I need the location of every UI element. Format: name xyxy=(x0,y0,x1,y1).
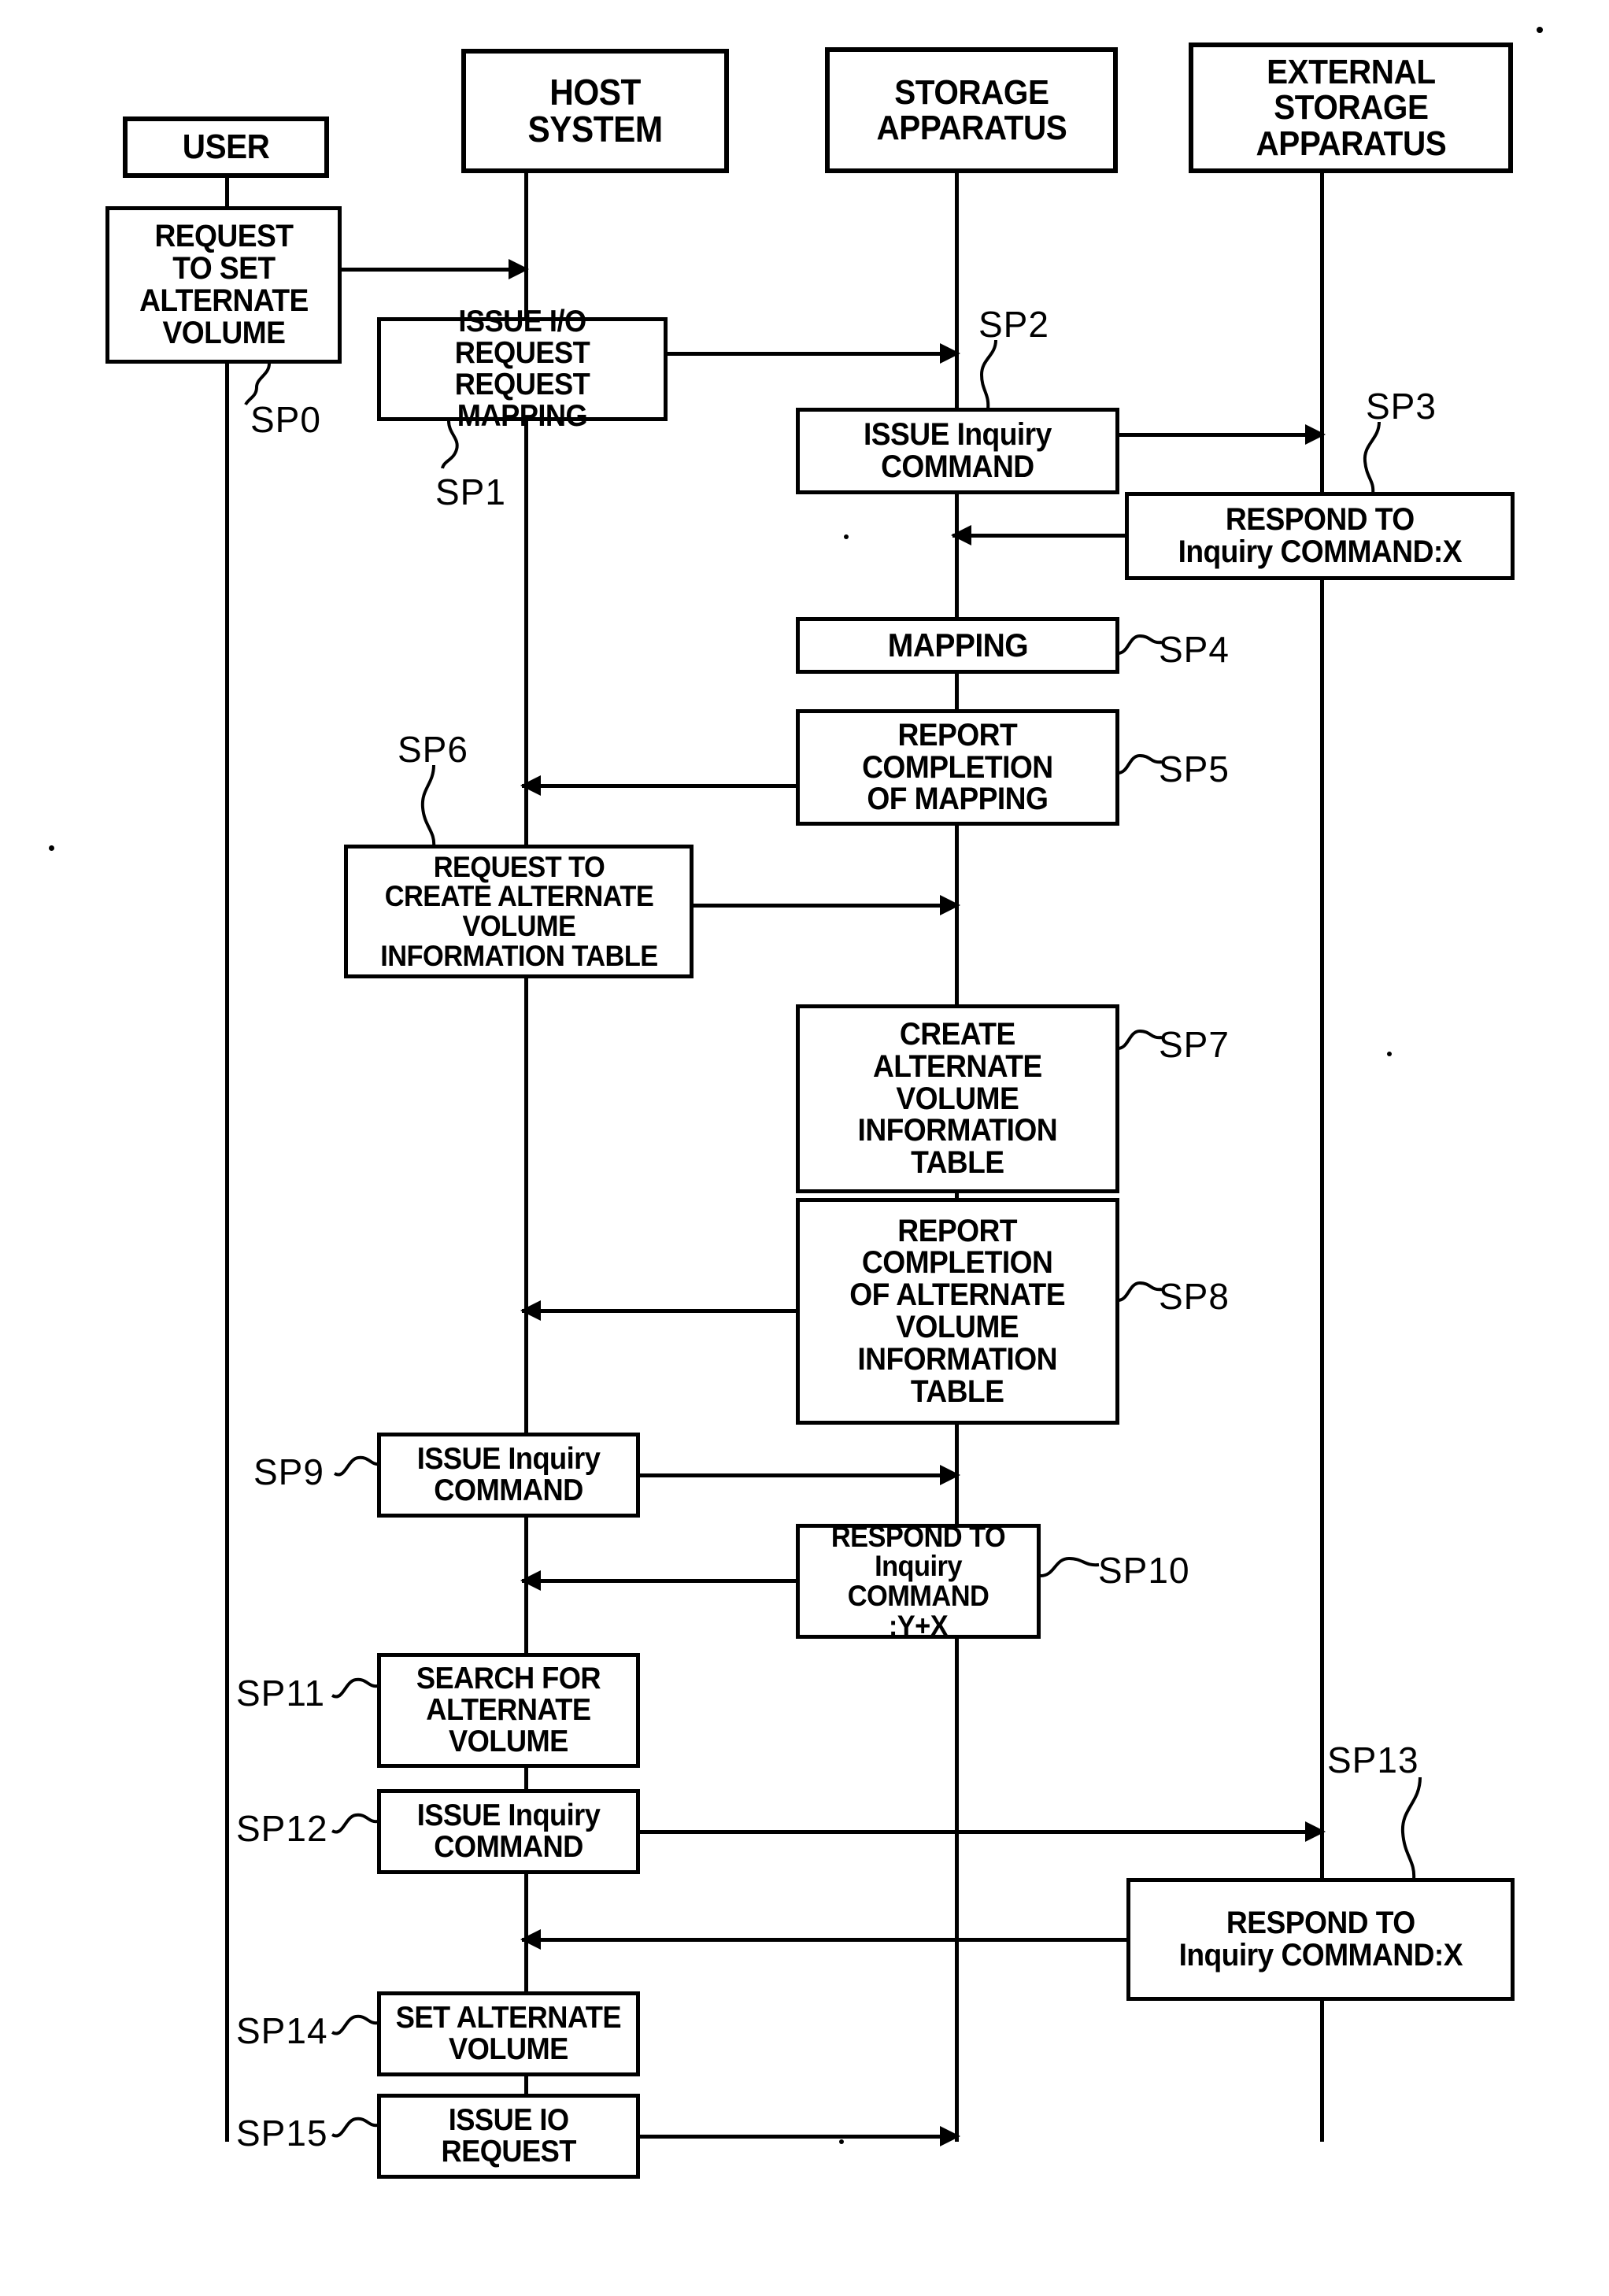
arrow-sp2-storage-to-external xyxy=(1119,424,1326,445)
arrow-sp13-external-to-host xyxy=(520,1929,1128,1950)
step-box-sp5[interactable]: REPORT COMPLETION OF MAPPING xyxy=(796,709,1119,826)
leader-line-sp0 xyxy=(241,363,277,406)
step-number-sp0: SP0 xyxy=(250,399,321,440)
step-box-sp4[interactable]: MAPPING xyxy=(796,617,1119,674)
actor-storage-apparatus-label: STORAGE APPARATUS xyxy=(876,72,1067,147)
step-box-sp10-text: RESPOND TO Inquiry COMMAND :Y+X xyxy=(830,1520,1006,1642)
lifeline-user xyxy=(225,177,229,2142)
step-box-sp12[interactable]: ISSUE Inquiry COMMAND xyxy=(377,1789,640,1874)
step-box-sp12-text: ISSUE Inquiry COMMAND xyxy=(416,1799,601,1864)
actor-user: USER xyxy=(123,116,329,178)
arrow-sp6-host-to-storage xyxy=(694,895,960,915)
patent-sequence-diagram: USER HOST SYSTEM STORAGE APPARATUS EXTER… xyxy=(0,0,1609,2296)
step-number-sp1: SP1 xyxy=(435,471,506,512)
scan-speck xyxy=(1387,1052,1392,1056)
step-number-sp13: SP13 xyxy=(1327,1740,1419,1780)
step-box-sp4-text: MAPPING xyxy=(887,626,1028,664)
arrow-sp15-host-to-storage xyxy=(640,2126,960,2146)
leader-line-sp13 xyxy=(1393,1777,1433,1880)
leader-line-sp4 xyxy=(1117,630,1163,658)
arrow-sp9-host-to-storage xyxy=(640,1465,960,1485)
step-box-sp14[interactable]: SET ALTERNATE VOLUME xyxy=(377,1991,640,2076)
leader-line-sp3 xyxy=(1343,421,1387,495)
step-box-sp7[interactable]: CREATE ALTERNATE VOLUME INFORMATION TABL… xyxy=(796,1004,1119,1193)
step-number-sp7: SP7 xyxy=(1159,1024,1230,1065)
arrow-sp12-host-to-external xyxy=(640,1821,1326,1842)
step-box-sp15[interactable]: ISSUE IO REQUEST xyxy=(377,2094,640,2179)
leader-line-sp11 xyxy=(331,1675,379,1703)
arrow-sp10-storage-to-host xyxy=(520,1570,797,1591)
step-box-sp0[interactable]: REQUEST TO SET ALTERNATE VOLUME xyxy=(105,206,342,364)
lifeline-external xyxy=(1320,172,1324,2142)
leader-line-sp8 xyxy=(1117,1277,1163,1305)
step-number-sp5: SP5 xyxy=(1159,749,1230,789)
leader-line-sp7 xyxy=(1117,1025,1163,1053)
step-number-sp11: SP11 xyxy=(236,1673,326,1714)
step-box-sp11-text: SEARCH FOR ALTERNATE VOLUME xyxy=(416,1662,601,1758)
step-box-sp13-text: RESPOND TO Inquiry COMMAND:X xyxy=(1178,1906,1463,1972)
leader-line-sp15 xyxy=(331,2114,379,2143)
arrow-sp0-user-to-host xyxy=(342,259,529,279)
arrow-sp8-storage-to-host xyxy=(520,1300,797,1321)
step-number-sp8: SP8 xyxy=(1159,1276,1230,1317)
actor-host-system: HOST SYSTEM xyxy=(461,49,729,173)
step-box-sp5-text: REPORT COMPLETION OF MAPPING xyxy=(862,717,1053,817)
step-box-sp8-text: REPORT COMPLETION OF ALTERNATE VOLUME IN… xyxy=(849,1213,1066,1409)
actor-host-system-label: HOST SYSTEM xyxy=(527,71,663,150)
step-box-sp10[interactable]: RESPOND TO Inquiry COMMAND :Y+X xyxy=(796,1520,1041,1642)
step-box-sp11[interactable]: SEARCH FOR ALTERNATE VOLUME xyxy=(377,1653,640,1768)
step-number-sp10: SP10 xyxy=(1098,1550,1190,1591)
step-number-sp3: SP3 xyxy=(1366,386,1437,427)
step-box-sp1-text: ISSUE I/O REQUEST REQUEST MAPPING xyxy=(454,305,590,433)
step-number-sp4: SP4 xyxy=(1159,629,1230,670)
arrow-sp1-host-to-storage xyxy=(668,343,960,364)
scan-speck xyxy=(839,2139,844,2144)
leader-line-sp14 xyxy=(331,2012,379,2040)
step-number-sp15: SP15 xyxy=(236,2113,328,2154)
step-box-sp9-text: ISSUE Inquiry COMMAND xyxy=(416,1442,601,1507)
leader-line-sp10 xyxy=(1040,1552,1100,1581)
actor-external-storage-apparatus: EXTERNAL STORAGE APPARATUS xyxy=(1189,43,1513,173)
actor-storage-apparatus: STORAGE APPARATUS xyxy=(825,47,1118,173)
actor-external-storage-apparatus-label: EXTERNAL STORAGE APPARATUS xyxy=(1256,53,1446,163)
step-box-sp9[interactable]: ISSUE Inquiry COMMAND xyxy=(377,1433,640,1518)
step-box-sp3-text: RESPOND TO Inquiry COMMAND:X xyxy=(1178,502,1462,569)
step-number-sp6: SP6 xyxy=(398,729,468,770)
arrow-sp5-storage-to-host xyxy=(520,775,797,796)
leader-line-sp1 xyxy=(425,420,463,469)
leader-line-sp2 xyxy=(956,339,1001,410)
scan-speck xyxy=(49,845,54,851)
step-box-sp7-text: CREATE ALTERNATE VOLUME INFORMATION TABL… xyxy=(857,1017,1058,1181)
step-box-sp6-text: REQUEST TO CREATE ALTERNATE VOLUME INFOR… xyxy=(379,850,658,972)
step-box-sp0-text: REQUEST TO SET ALTERNATE VOLUME xyxy=(139,219,309,350)
step-box-sp8[interactable]: REPORT COMPLETION OF ALTERNATE VOLUME IN… xyxy=(796,1198,1119,1425)
step-number-sp2: SP2 xyxy=(978,304,1049,345)
scan-speck xyxy=(844,534,849,539)
step-box-sp15-text: ISSUE IO REQUEST xyxy=(441,2103,576,2168)
step-box-sp6[interactable]: REQUEST TO CREATE ALTERNATE VOLUME INFOR… xyxy=(344,845,694,978)
leader-line-sp9 xyxy=(334,1453,381,1481)
leader-line-sp5 xyxy=(1117,749,1163,778)
step-number-sp14: SP14 xyxy=(236,2010,328,2051)
leader-line-sp6 xyxy=(420,764,451,848)
leader-line-sp12 xyxy=(331,1810,379,1839)
actor-user-label: USER xyxy=(182,128,270,167)
step-box-sp3[interactable]: RESPOND TO Inquiry COMMAND:X xyxy=(1125,492,1515,580)
step-number-sp9: SP9 xyxy=(253,1451,324,1492)
step-box-sp13[interactable]: RESPOND TO Inquiry COMMAND:X xyxy=(1126,1878,1515,2001)
step-box-sp14-text: SET ALTERNATE VOLUME xyxy=(395,2001,622,2066)
step-number-sp12: SP12 xyxy=(236,1808,328,1849)
scan-speck xyxy=(1537,27,1543,33)
arrow-sp3-external-to-storage xyxy=(951,525,1127,545)
step-box-sp1[interactable]: ISSUE I/O REQUEST REQUEST MAPPING xyxy=(377,306,668,431)
step-box-sp2-text: ISSUE Inquiry COMMAND xyxy=(864,417,1052,484)
step-box-sp2[interactable]: ISSUE Inquiry COMMAND xyxy=(796,408,1119,494)
